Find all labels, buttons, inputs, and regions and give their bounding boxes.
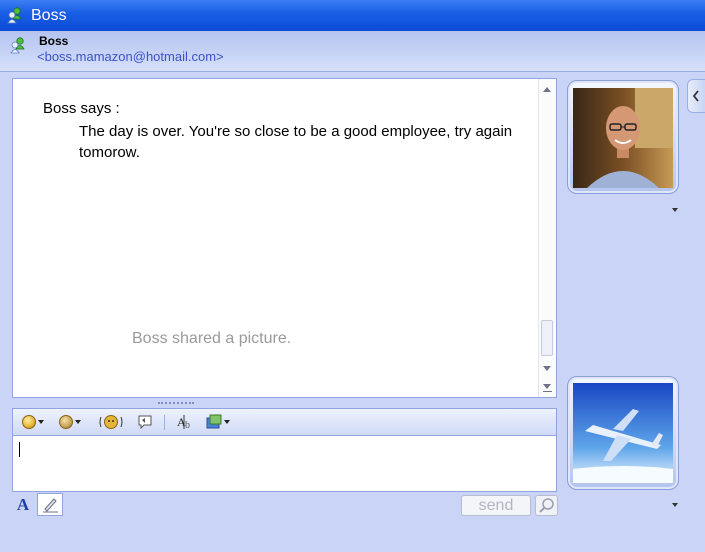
scroll-thumb[interactable]: [541, 320, 553, 356]
contact-name: Boss: [39, 34, 69, 48]
background-button[interactable]: [206, 414, 230, 430]
messenger-buddy-icon: [7, 7, 23, 25]
chevron-left-icon: [692, 90, 699, 102]
window-title: Boss: [31, 7, 67, 24]
contact-header: Boss <boss.mamazon@hotmail.com>: [0, 31, 705, 72]
wink-icon: [59, 415, 73, 429]
send-button[interactable]: send: [461, 495, 531, 516]
contact-photo-image: [573, 88, 673, 188]
search-button[interactable]: [535, 495, 558, 516]
message-input[interactable]: [12, 436, 557, 492]
background-icon: [206, 414, 222, 429]
scroll-end-icon[interactable]: [543, 384, 551, 389]
voice-clip-button[interactable]: [137, 414, 153, 430]
collapse-panel-button[interactable]: [687, 79, 705, 113]
chevron-down-icon: [38, 420, 44, 424]
toolbar-separator: [164, 415, 165, 430]
message-text: The day is over. You're so close to be a…: [79, 123, 513, 161]
nudge-button[interactable]: [98, 414, 124, 430]
title-bar[interactable]: Boss: [0, 0, 705, 32]
font-button[interactable]: A: [12, 494, 34, 516]
nudge-icon: [99, 415, 123, 429]
emoticon-button[interactable]: [22, 414, 44, 430]
handwriting-button[interactable]: [37, 493, 63, 516]
svg-text:b: b: [185, 420, 190, 430]
contact-email[interactable]: <boss.mamazon@hotmail.com>: [37, 49, 224, 64]
shared-picture-notice: Boss shared a picture.: [132, 330, 292, 347]
chevron-down-icon: [224, 420, 230, 424]
scroll-up-icon[interactable]: [543, 87, 551, 92]
contact-display-picture[interactable]: [567, 80, 679, 194]
smiley-icon: [22, 415, 36, 429]
contact-picture-menu-icon[interactable]: [672, 208, 678, 212]
pencil-icon: [43, 498, 58, 513]
chevron-down-icon: [75, 420, 81, 424]
resize-grip[interactable]: [158, 402, 194, 406]
sender-line: Boss says :: [43, 100, 120, 117]
conversation-scrollbar[interactable]: [538, 79, 556, 397]
contact-status-icon: [10, 37, 26, 55]
text-cursor: [19, 442, 20, 457]
conversation-pane[interactable]: Boss says : The day is over. You're so c…: [12, 78, 557, 398]
my-picture-menu-icon[interactable]: [672, 503, 678, 507]
search-icon: [539, 498, 554, 513]
font-style-button[interactable]: A b: [177, 414, 195, 430]
scroll-down-icon[interactable]: [543, 366, 551, 371]
font-icon: A b: [177, 415, 190, 430]
wink-button[interactable]: [59, 414, 81, 430]
scroll-end-line: [543, 391, 552, 392]
compose-toolbar: A b: [12, 408, 557, 436]
airplane-image: [573, 383, 673, 483]
voice-clip-icon: [138, 415, 152, 430]
my-display-picture[interactable]: [567, 376, 679, 490]
